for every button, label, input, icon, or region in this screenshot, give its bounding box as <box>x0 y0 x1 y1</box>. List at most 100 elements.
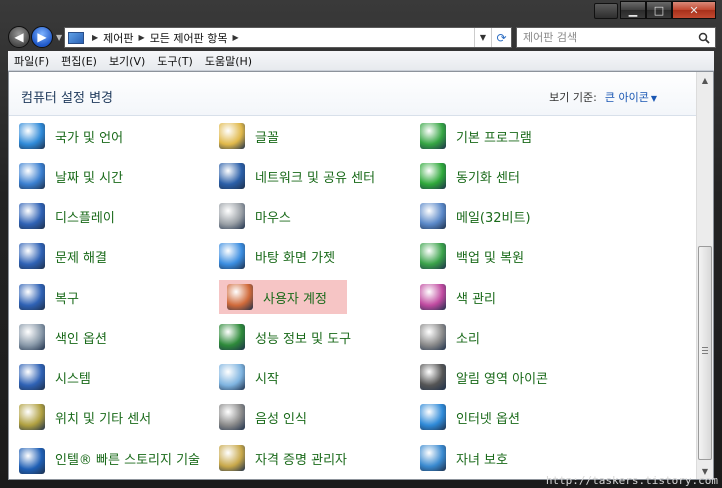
notification-icon <box>420 364 446 390</box>
control-panel-item[interactable]: 시작 <box>219 360 279 394</box>
address-bar[interactable]: ▶ 제어판 ▶ 모든 제어판 항목 ▶ ▼ ⟳ <box>64 27 512 48</box>
view-by-label: 보기 기준: <box>549 91 597 104</box>
view-by-value[interactable]: 큰 아이콘 <box>605 91 649 104</box>
control-panel-item-label: 국가 및 언어 <box>55 130 124 146</box>
menu-edit[interactable]: 편집(E) <box>55 53 103 69</box>
control-panel-item[interactable]: 기본 프로그램 <box>420 119 532 153</box>
scroll-up-icon[interactable]: ▲ <box>697 72 713 88</box>
control-panel-item[interactable]: 국가 및 언어 <box>19 119 123 153</box>
backup-icon <box>420 243 446 269</box>
control-panel-item[interactable]: 인텔® 빠른 스토리지 기술 <box>19 441 205 479</box>
caption-buttons: ▁ □ ✕ <box>620 1 716 19</box>
control-panel-item[interactable]: 백업 및 복원 <box>420 239 524 273</box>
microphone-icon <box>219 404 245 430</box>
control-panel-item-label: 인터넷 옵션 <box>456 411 520 427</box>
minimize-button[interactable]: ▁ <box>620 1 646 19</box>
control-panel-item[interactable]: 복구 <box>19 280 79 314</box>
sound-icon <box>420 324 446 350</box>
control-panel-item-label: 동기화 센터 <box>456 170 520 186</box>
mouse-icon <box>219 203 245 229</box>
maximize-button[interactable]: □ <box>646 1 672 19</box>
forward-button[interactable]: ▶ <box>31 26 53 48</box>
control-panel-item-label: 날짜 및 시간 <box>55 170 124 186</box>
control-panel-item-label: 시스템 <box>55 371 91 387</box>
control-panel-item[interactable]: 네트워크 및 공유 센터 <box>219 159 375 193</box>
breadcrumb-all-items[interactable]: 모든 제어판 항목 <box>150 30 228 46</box>
menu-view[interactable]: 보기(V) <box>103 53 151 69</box>
control-panel-item[interactable]: 글꼴 <box>219 119 279 153</box>
sync-icon <box>420 163 446 189</box>
control-panel-item[interactable]: 시스템 <box>19 360 91 394</box>
control-panel-item-label: 문제 해결 <box>55 250 107 266</box>
control-panel-item[interactable]: 동기화 센터 <box>420 159 520 193</box>
view-by: 보기 기준: 큰 아이콘 ▼ <box>549 89 657 105</box>
chevron-right-icon[interactable]: ▶ <box>92 33 98 42</box>
mail-icon <box>420 203 446 229</box>
view-by-dropdown[interactable]: 큰 아이콘 ▼ <box>605 89 657 105</box>
control-panel-icon <box>68 31 84 44</box>
font-folder-icon <box>219 123 245 149</box>
dropdown-caret-icon[interactable]: ▼ <box>651 94 657 103</box>
control-panel-item-label: 음성 인식 <box>255 411 307 427</box>
default-programs-icon <box>420 123 446 149</box>
content-header: 컴퓨터 설정 변경 보기 기준: 큰 아이콘 ▼ <box>9 72 697 116</box>
control-panel-item-label: 복구 <box>55 291 79 307</box>
control-panel-item[interactable]: 메일(32비트) <box>420 199 531 233</box>
address-dropdown-icon[interactable]: ▼ <box>474 28 491 47</box>
vertical-scrollbar[interactable]: ▲ ▼ <box>696 72 713 479</box>
control-panel-item[interactable]: 자격 증명 관리자 <box>219 441 347 475</box>
control-panel-item[interactable]: 위치 및 기타 센서 <box>19 400 151 434</box>
internet-options-icon <box>420 404 446 430</box>
control-panel-item[interactable]: 바탕 화면 가젯 <box>219 239 335 273</box>
control-panel-item-label: 네트워크 및 공유 센터 <box>255 170 376 186</box>
control-panel-item[interactable]: 인터넷 옵션 <box>420 400 520 434</box>
control-panel-item[interactable]: 성능 정보 및 도구 <box>219 320 351 354</box>
control-panel-item[interactable]: 디스플레이 <box>19 199 115 233</box>
menu-file[interactable]: 파일(F) <box>8 53 55 69</box>
control-panel-item-label: 색인 옵션 <box>55 331 107 347</box>
search-icon[interactable] <box>693 32 715 44</box>
control-panel-item[interactable]: 마우스 <box>219 199 291 233</box>
control-panel-item[interactable]: 색 관리 <box>420 280 496 314</box>
close-button[interactable]: ✕ <box>672 1 716 19</box>
control-panel-item-label: 알림 영역 아이콘 <box>456 371 548 387</box>
menu-tools[interactable]: 도구(T) <box>151 53 199 69</box>
control-panel-item-label: 디스플레이 <box>55 210 115 226</box>
control-panel-item-label: 사용자 계정 <box>263 291 327 307</box>
menu-help[interactable]: 도움말(H) <box>199 53 258 69</box>
breadcrumb-control-panel[interactable]: 제어판 <box>103 30 133 46</box>
indexing-icon <box>19 324 45 350</box>
window-switch-button[interactable] <box>594 3 618 19</box>
control-panel-item-label: 위치 및 기타 센서 <box>55 411 152 427</box>
page-title: 컴퓨터 설정 변경 <box>21 91 113 106</box>
control-panel-item-label: 색 관리 <box>456 291 497 307</box>
control-panel-item[interactable]: 알림 영역 아이콘 <box>420 360 548 394</box>
control-panel-item-label: 메일(32비트) <box>456 210 531 226</box>
refresh-icon[interactable]: ⟳ <box>491 28 511 47</box>
control-panel-item[interactable]: 색인 옵션 <box>19 320 107 354</box>
scroll-thumb[interactable] <box>698 246 712 460</box>
back-button[interactable]: ◀ <box>8 26 30 48</box>
search-input[interactable] <box>523 31 693 44</box>
chevron-right-icon[interactable]: ▶ <box>233 33 239 42</box>
watermark: http://taskers.tistory.com <box>545 474 718 487</box>
control-panel-content: 컴퓨터 설정 변경 보기 기준: 큰 아이콘 ▼ 국가 및 언어 글꼴 기본 프로그램… <box>8 71 714 480</box>
display-icon <box>19 203 45 229</box>
control-panel-item[interactable]: 문제 해결 <box>19 239 107 273</box>
control-panel-item[interactable]: 사용자 계정 <box>219 280 347 314</box>
control-panel-item[interactable]: 음성 인식 <box>219 400 307 434</box>
parental-controls-icon <box>420 445 446 471</box>
control-panel-item[interactable]: 날짜 및 시간 <box>19 159 123 193</box>
control-panel-item[interactable]: 소리 <box>420 320 480 354</box>
control-panel-item-label: 바탕 화면 가젯 <box>255 250 336 266</box>
control-panel-item-label: 자녀 보호 <box>456 452 508 468</box>
recent-pages-dropdown-icon[interactable]: ▼ <box>56 33 62 42</box>
control-panel-item[interactable]: 자녀 보호 <box>420 441 508 475</box>
search-box[interactable] <box>516 27 716 48</box>
control-panel-item-label: 성능 정보 및 도구 <box>255 331 352 347</box>
chevron-right-icon[interactable]: ▶ <box>139 33 145 42</box>
intel-storage-icon <box>19 448 45 474</box>
control-panel-item-label: 인텔® 빠른 스토리지 기술 <box>55 453 200 468</box>
control-panel-item-label: 마우스 <box>255 210 291 226</box>
system-icon <box>19 364 45 390</box>
